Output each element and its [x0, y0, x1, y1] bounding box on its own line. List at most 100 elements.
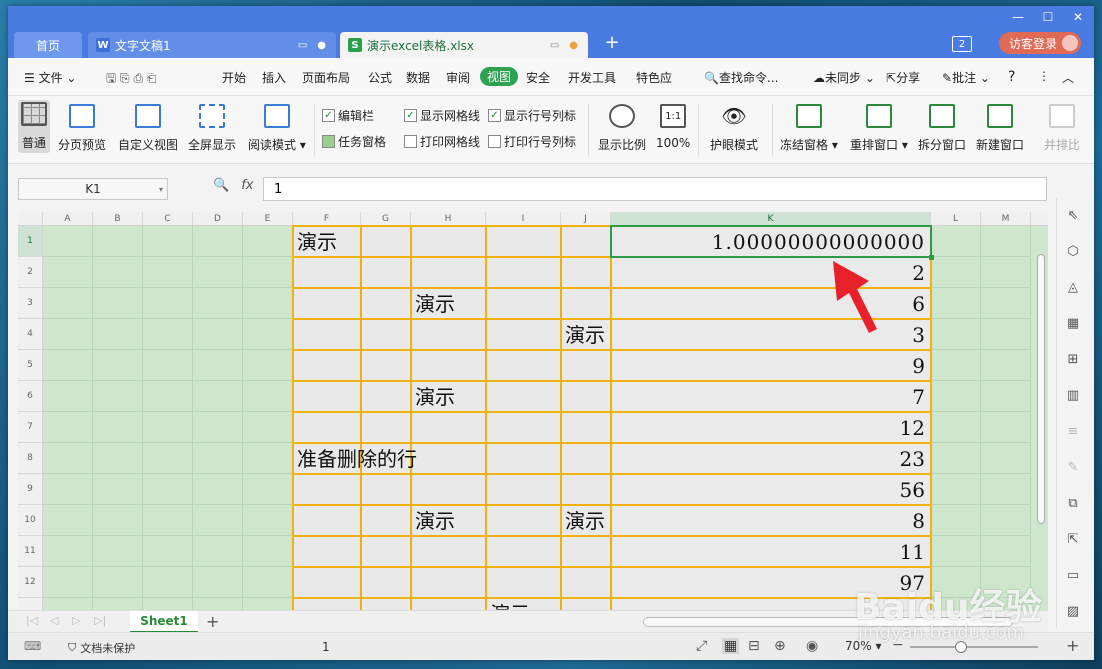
window-count-badge[interactable]: 2 — [952, 36, 972, 52]
maximize-button[interactable]: ☐ — [1038, 10, 1058, 24]
collapse-ribbon-icon[interactable]: ︿ — [1062, 69, 1074, 86]
column-header-c[interactable]: C — [143, 212, 193, 226]
menu-data[interactable]: 数据 — [406, 69, 430, 86]
task-pane-checkbox[interactable]: 任务窗格 — [322, 133, 386, 150]
cell-j10[interactable]: 演示 — [565, 511, 605, 531]
spreadsheet-grid[interactable]: ABCDEFGHIJKLM 演示演示演示演示准备删除的行演示演示演示1.0000… — [18, 212, 1048, 610]
menu-insert[interactable]: 插入 — [262, 69, 286, 86]
fullscreen-icon[interactable]: ⤢ — [696, 638, 707, 654]
vertical-scroll-thumb[interactable] — [1037, 254, 1045, 524]
search-command[interactable]: 🔍查找命令... — [704, 69, 778, 86]
cell-h10[interactable]: 演示 — [415, 511, 455, 531]
row-header[interactable]: 1 — [18, 226, 43, 257]
menu-review[interactable]: 审阅 — [446, 69, 470, 86]
select-all-corner[interactable] — [18, 212, 43, 226]
menu-page-layout[interactable]: 页面布局 — [302, 69, 350, 86]
normal-view-icon[interactable]: ▦ — [722, 638, 740, 654]
document-protection[interactable]: ⛉ 文档未保护 — [68, 640, 135, 656]
close-window-button[interactable]: ✕ — [1068, 10, 1088, 24]
row-header[interactable]: 4 — [18, 319, 43, 350]
cell-h3[interactable]: 演示 — [415, 294, 455, 314]
eye-protect-icon[interactable]: ◉ — [806, 638, 818, 654]
fill-icon[interactable]: ◬ — [1065, 280, 1081, 296]
zoom-cell-icon[interactable]: 🔍 — [213, 178, 229, 193]
name-box[interactable]: K1 ▾ — [18, 178, 168, 200]
table-icon[interactable]: ▦ — [1065, 316, 1081, 332]
zoom-ratio-button[interactable]: 显示比例 — [598, 104, 646, 153]
split-window-button[interactable]: 拆分窗口 — [918, 104, 966, 153]
column-header-m[interactable]: M — [981, 212, 1031, 226]
tab-spreadsheet[interactable]: S 演示excel表格.xlsx ▭ ● — [340, 32, 588, 58]
print-gridlines-checkbox[interactable]: 打印网格线 — [404, 133, 480, 150]
formula-input[interactable]: 1 — [263, 177, 1047, 201]
edit-bar-checkbox[interactable]: 编辑栏 — [322, 107, 374, 124]
sheet-tab-sheet1[interactable]: Sheet1 — [130, 611, 198, 633]
column-header-l[interactable]: L — [931, 212, 981, 226]
export-icon[interactable]: ⇱ — [1065, 532, 1081, 548]
quick-access-icons[interactable]: 🖫 ⎘ ⎙ ⎗ — [106, 69, 156, 90]
menu-view[interactable]: 视图 — [480, 67, 519, 86]
column-header-b[interactable]: B — [93, 212, 143, 226]
cell-area[interactable]: 演示演示演示演示准备删除的行演示演示演示1.000000000000002639… — [43, 225, 1048, 610]
column-header-i[interactable]: I — [486, 212, 561, 226]
column-header-k[interactable]: K — [611, 212, 931, 226]
fx-icon[interactable]: fx — [241, 178, 253, 193]
menu-features[interactable]: 特色应 — [636, 69, 672, 86]
visitor-login-button[interactable]: 访客登录 — [999, 32, 1081, 54]
normal-view-button[interactable]: 普通 — [18, 100, 50, 153]
menu-formula[interactable]: 公式 — [368, 69, 392, 86]
eye-mode-button[interactable]: 👁 护眼模式 — [710, 104, 758, 153]
help-button[interactable]: ? — [1008, 69, 1015, 85]
tab-dot-icon[interactable]: ● — [317, 40, 326, 51]
file-menu[interactable]: ☰ 文件 ⌄ — [24, 69, 76, 86]
column-header-j[interactable]: J — [561, 212, 611, 226]
sync-status[interactable]: ☁未同步 ⌄ — [813, 69, 875, 86]
page-break-view-icon[interactable]: ⊟ — [748, 638, 760, 654]
cell-k9[interactable]: 56 — [611, 480, 925, 500]
side-by-side-button[interactable]: 并排比 — [1044, 104, 1080, 153]
fullscreen-button[interactable]: 全屏显示 — [188, 104, 236, 153]
menu-start[interactable]: 开始 — [222, 69, 246, 86]
archive-icon[interactable]: ▭ — [1065, 568, 1081, 584]
column-header-a[interactable]: A — [43, 212, 93, 226]
new-window-button[interactable]: 新建窗口 — [976, 104, 1024, 153]
modules-icon[interactable]: ⊞ — [1065, 352, 1081, 368]
show-row-col-checkbox[interactable]: 显示行号列标 — [488, 107, 576, 124]
unsaved-dot-icon[interactable]: ● — [569, 40, 578, 51]
read-mode-icon[interactable]: ⊕ — [774, 638, 786, 654]
minimize-button[interactable]: — — [1008, 10, 1028, 24]
menu-developer[interactable]: 开发工具 — [568, 69, 616, 86]
row-header[interactable] — [18, 598, 43, 610]
row-header[interactable]: 2 — [18, 257, 43, 288]
row-header[interactable]: 11 — [18, 536, 43, 567]
next-sheet-icon[interactable]: ▷ — [72, 614, 80, 627]
vertical-scrollbar[interactable] — [1035, 232, 1047, 602]
last-sheet-icon[interactable]: ▷| — [94, 614, 106, 627]
select-pointer-icon[interactable]: ⇖ — [1065, 208, 1081, 224]
settings-sliders-icon[interactable]: ≡ — [1065, 424, 1081, 440]
macro-icon[interactable]: ⌨ — [24, 639, 41, 653]
column-header-d[interactable]: D — [193, 212, 243, 226]
column-header-h[interactable]: H — [411, 212, 486, 226]
cell-k10[interactable]: 8 — [611, 511, 925, 531]
row-header[interactable]: 10 — [18, 505, 43, 536]
cell-j4[interactable]: 演示 — [565, 325, 605, 345]
annotate-button[interactable]: ✎批注 ⌄ — [942, 69, 990, 86]
reading-mode-button[interactable]: 阅读模式 ▾ — [248, 104, 306, 153]
zoom-in-icon[interactable]: + — [1066, 636, 1079, 655]
shapes-icon[interactable]: ⬡ — [1065, 244, 1081, 260]
new-tab-button[interactable]: + — [602, 32, 622, 53]
column-header-f[interactable]: F — [293, 212, 361, 226]
zoom-slider-track[interactable] — [910, 646, 1038, 648]
add-sheet-button[interactable]: + — [206, 612, 219, 631]
prev-sheet-icon[interactable]: ◁ — [50, 614, 58, 627]
arrange-windows-button[interactable]: 重排窗口 ▾ — [850, 104, 908, 153]
row-header[interactable]: 6 — [18, 381, 43, 412]
share-button[interactable]: ⇱分享 — [886, 69, 920, 86]
show-gridlines-checkbox[interactable]: 显示网格线 — [404, 107, 480, 124]
gallery-icon[interactable]: ⧉ — [1065, 496, 1081, 512]
row-header[interactable]: 12 — [18, 567, 43, 598]
tab-document[interactable]: W 文字文稿1 ▭ ● — [88, 32, 336, 58]
tab-home[interactable]: 首页 — [14, 32, 82, 58]
image-icon[interactable]: ▨ — [1065, 604, 1081, 620]
